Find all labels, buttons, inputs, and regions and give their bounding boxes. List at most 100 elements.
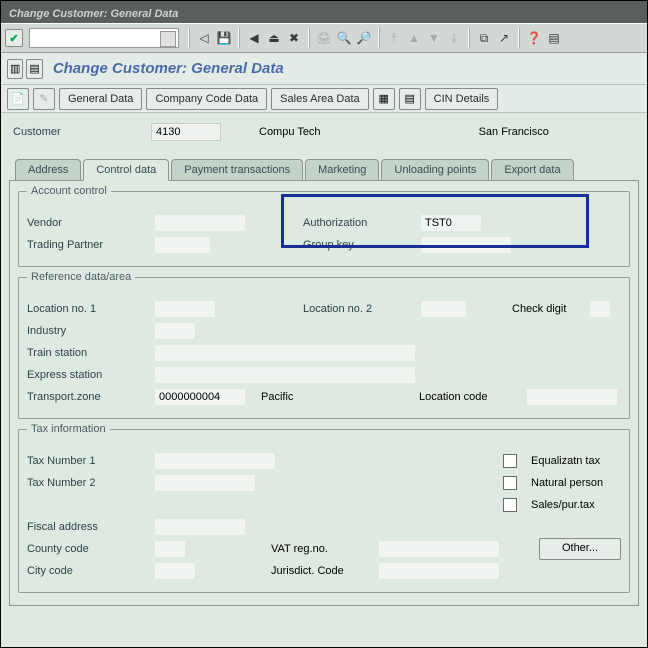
separator <box>308 28 310 48</box>
object-button-1[interactable]: ▦ <box>373 88 395 110</box>
train-station-field[interactable] <box>155 345 415 361</box>
separator <box>518 28 520 48</box>
save-icon[interactable]: 💾 <box>215 29 233 47</box>
tab-payment[interactable]: Payment transactions <box>171 159 303 181</box>
customer-id-field[interactable] <box>151 123 221 141</box>
separator <box>468 28 470 48</box>
first-page-icon[interactable]: ⤒ <box>385 29 403 47</box>
salespur-checkbox[interactable] <box>503 498 517 512</box>
transport-zone-label: Transport.zone <box>27 391 147 403</box>
app-window: Change Customer: General Data ✔ ◁ 💾 ◀ ⏏ … <box>0 0 648 648</box>
location-code-field[interactable] <box>527 389 617 405</box>
customer-header-row: Customer Compu Tech San Francisco <box>9 123 639 141</box>
group-title-tax: Tax information <box>27 423 110 435</box>
industry-field[interactable] <box>155 323 195 339</box>
menu-button-2[interactable]: ▤ <box>26 59 42 79</box>
tax1-label: Tax Number 1 <box>27 455 147 467</box>
group-title-reference: Reference data/area <box>27 271 135 283</box>
shortcut-icon[interactable]: ↗ <box>495 29 513 47</box>
tab-control-data-label: Control data <box>96 164 156 176</box>
jurisdict-field[interactable] <box>379 563 499 579</box>
object-button-2[interactable]: ▤ <box>399 88 421 110</box>
trading-partner-field[interactable] <box>155 237 210 253</box>
cin-details-label: CIN Details <box>434 93 490 105</box>
salespur-label: Sales/pur.tax <box>531 499 621 511</box>
city-field[interactable] <box>155 563 195 579</box>
disabled-button: ✎ <box>33 88 55 110</box>
company-code-label: Company Code Data <box>155 93 258 105</box>
authorization-label: Authorization <box>303 217 413 229</box>
fiscal-field[interactable] <box>155 519 245 535</box>
back-icon[interactable]: ◁ <box>195 29 213 47</box>
tab-address[interactable]: Address <box>15 159 81 181</box>
authorization-field[interactable] <box>421 215 481 231</box>
app-toolbar: 📄 ✎ General Data Company Code Data Sales… <box>1 85 647 113</box>
location2-label: Location no. 2 <box>303 303 413 315</box>
county-field[interactable] <box>155 541 185 557</box>
natural-label: Natural person <box>531 477 621 489</box>
customer-city: San Francisco <box>479 126 549 138</box>
train-station-label: Train station <box>27 347 147 359</box>
prev-page-icon[interactable]: ▲ <box>405 29 423 47</box>
check-digit-field[interactable] <box>590 301 610 317</box>
express-station-field[interactable] <box>155 367 415 383</box>
tab-export[interactable]: Export data <box>491 159 573 181</box>
tab-control-data[interactable]: Control data <box>83 159 169 181</box>
general-data-button[interactable]: General Data <box>59 88 142 110</box>
industry-label: Industry <box>27 325 147 337</box>
group-key-label: Group key <box>303 239 413 251</box>
tab-marketing[interactable]: Marketing <box>305 159 379 181</box>
equalizatn-label: Equalizatn tax <box>531 455 621 467</box>
find-next-icon[interactable]: 🔎 <box>355 29 373 47</box>
check-digit-label: Check digit <box>512 303 582 315</box>
vatreg-label: VAT reg.no. <box>271 543 371 555</box>
layout-icon[interactable]: ▤ <box>545 29 563 47</box>
window-titlebar: Change Customer: General Data <box>1 1 647 23</box>
tab-unloading[interactable]: Unloading points <box>381 159 489 181</box>
vendor-label: Vendor <box>27 217 147 229</box>
menu-button-1[interactable]: ▥ <box>7 59 23 79</box>
transport-zone-field[interactable] <box>155 389 245 405</box>
tab-panel: Account control Vendor Authorization Tra… <box>9 180 639 606</box>
group-tax: Tax information Tax Number 1 Equalizatn … <box>18 429 630 593</box>
exit-icon[interactable]: ⏏ <box>265 29 283 47</box>
general-data-label: General Data <box>68 93 133 105</box>
page-title: Change Customer: General Data <box>53 60 284 77</box>
enter-button[interactable]: ✔ <box>5 29 23 47</box>
company-code-data-button[interactable]: Company Code Data <box>146 88 267 110</box>
vendor-field[interactable] <box>155 215 245 231</box>
equalizatn-checkbox[interactable] <box>503 454 517 468</box>
express-station-label: Express station <box>27 369 147 381</box>
next-page-icon[interactable]: ▼ <box>425 29 443 47</box>
tax2-field[interactable] <box>155 475 255 491</box>
page-header: ▥ ▤ Change Customer: General Data <box>1 53 647 85</box>
back-icon[interactable]: ◀ <box>245 29 263 47</box>
cin-details-button[interactable]: CIN Details <box>425 88 499 110</box>
help-icon[interactable]: ❓ <box>525 29 543 47</box>
group-reference: Reference data/area Location no. 1 Locat… <box>18 277 630 419</box>
find-icon[interactable]: 🔍 <box>335 29 353 47</box>
last-page-icon[interactable]: ⤓ <box>445 29 463 47</box>
vatreg-field[interactable] <box>379 541 499 557</box>
location2-field[interactable] <box>421 301 466 317</box>
transport-zone-desc: Pacific <box>261 391 411 403</box>
tax1-field[interactable] <box>155 453 275 469</box>
other-button[interactable]: Other... <box>539 538 621 560</box>
location-code-label: Location code <box>419 391 519 403</box>
cancel-icon[interactable]: ✖ <box>285 29 303 47</box>
sales-area-data-button[interactable]: Sales Area Data <box>271 88 369 110</box>
command-field[interactable] <box>29 28 179 48</box>
jurisdict-label: Jurisdict. Code <box>271 565 371 577</box>
content-area: Customer Compu Tech San Francisco Addres… <box>1 113 647 647</box>
city-label: City code <box>27 565 147 577</box>
county-label: County code <box>27 543 147 555</box>
location1-label: Location no. 1 <box>27 303 147 315</box>
separator <box>188 28 190 48</box>
group-key-field[interactable] <box>421 237 511 253</box>
new-session-icon[interactable]: ⧉ <box>475 29 493 47</box>
print-icon[interactable]: 🖨 <box>315 29 333 47</box>
location1-field[interactable] <box>155 301 215 317</box>
customer-name: Compu Tech <box>259 126 321 138</box>
natural-checkbox[interactable] <box>503 476 517 490</box>
other-customer-button[interactable]: 📄 <box>7 88 29 110</box>
